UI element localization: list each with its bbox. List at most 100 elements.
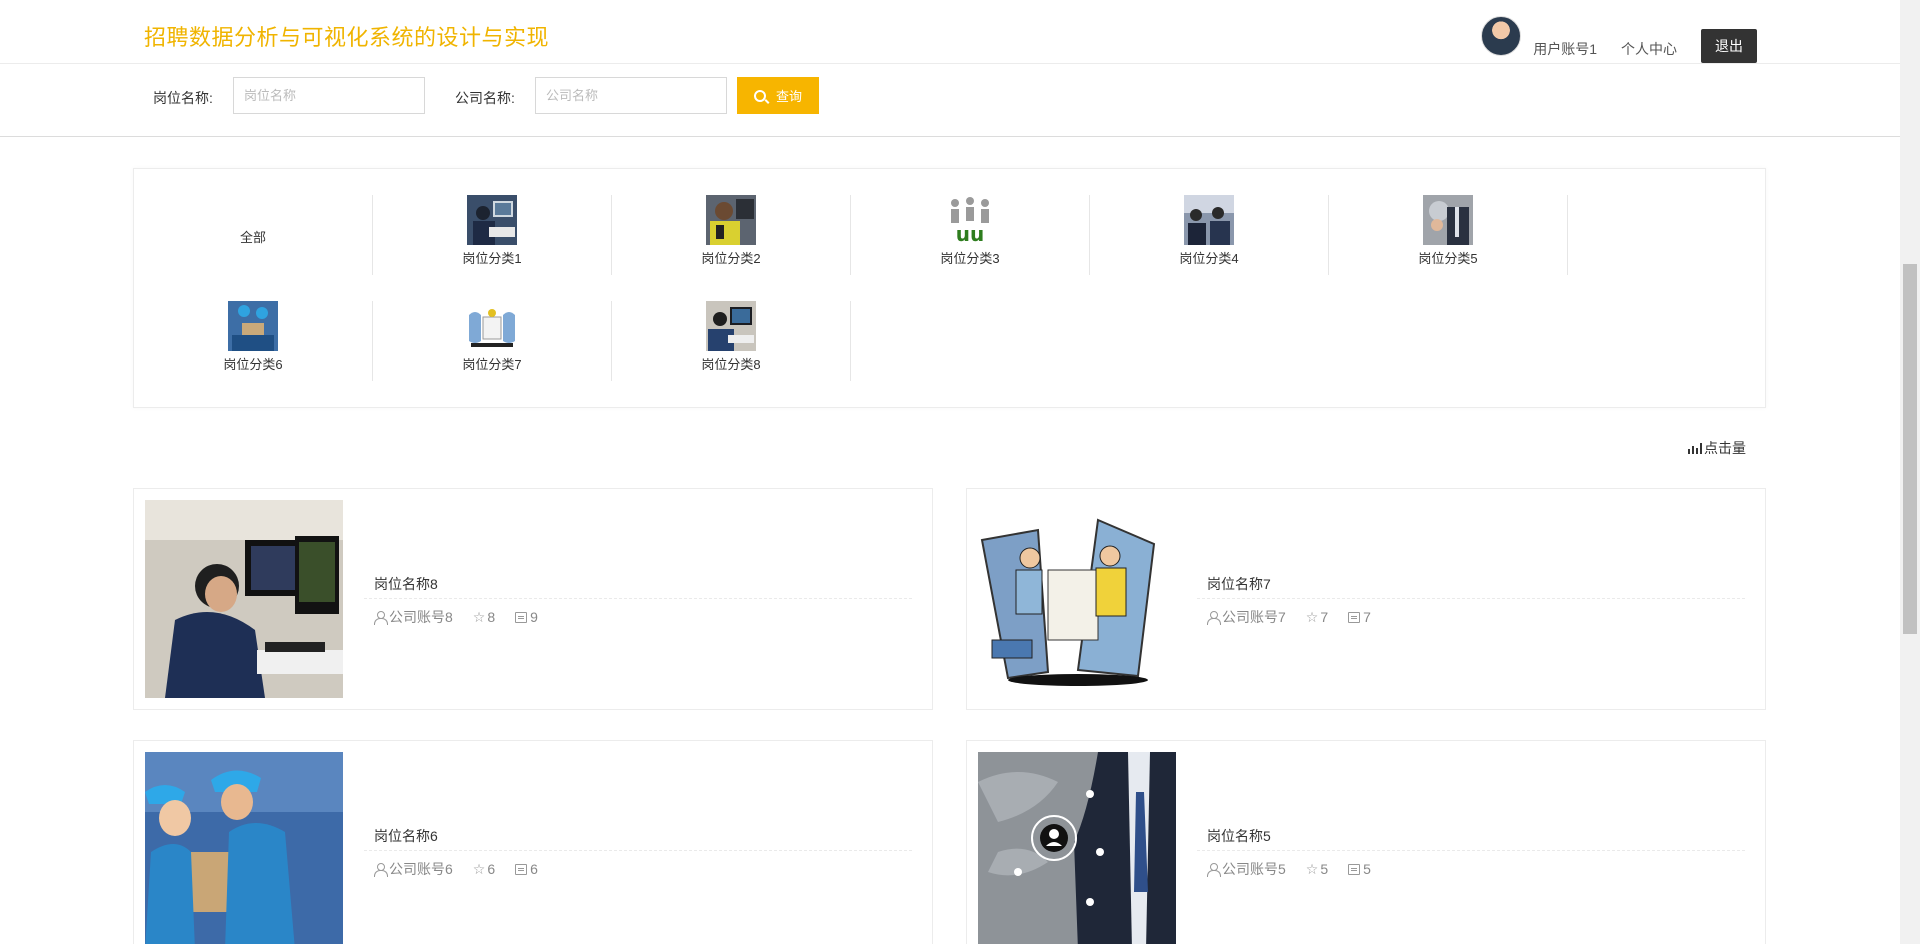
star-meta: ☆ 7 (1306, 609, 1328, 626)
comment-count: 6 (530, 861, 538, 877)
category-item-2[interactable]: 岗位分类2 (612, 195, 851, 275)
category-thumb (228, 301, 278, 351)
company-meta: 公司账号6 (374, 859, 453, 879)
job-title[interactable]: 岗位名称6 (374, 826, 438, 846)
comment-icon (515, 611, 528, 623)
job-title[interactable]: 岗位名称7 (1207, 574, 1271, 594)
company-name: 公司账号6 (389, 861, 453, 877)
scrollbar-thumb[interactable] (1903, 264, 1917, 634)
star-icon: ☆ (1305, 860, 1319, 877)
company-meta: 公司账号8 (374, 607, 453, 627)
category-label: 岗位分类6 (223, 357, 283, 372)
category-item-6[interactable]: 岗位分类6 (134, 301, 373, 381)
comment-meta: 9 (515, 609, 538, 625)
bar-chart-icon (1688, 442, 1702, 454)
search-bar: 岗位名称: 公司名称: 查询 (0, 64, 1900, 137)
job-meta: 公司账号7 ☆ 7 7 (1207, 607, 1391, 627)
sort-by-clicks[interactable]: 点击量 (1688, 438, 1746, 458)
star-count: 6 (487, 861, 496, 877)
comment-meta: 7 (1348, 609, 1371, 625)
category-thumb (706, 195, 756, 245)
divider (364, 850, 912, 851)
category-thumb (467, 301, 517, 351)
job-card[interactable]: 岗位名称5 公司账号5 ☆ 5 5 (966, 740, 1766, 944)
job-image[interactable] (978, 752, 1176, 944)
logout-button[interactable]: 退出 (1701, 29, 1757, 63)
job-name-label: 岗位名称: (153, 90, 213, 106)
category-item-4[interactable]: 岗位分类4 (1090, 195, 1329, 275)
star-count: 5 (1320, 861, 1329, 877)
job-title[interactable]: 岗位名称8 (374, 574, 438, 594)
category-panel: 全部 岗位分类1 岗位分类2 uu 岗位分类3 岗位分类4 岗位分类5 岗位分类… (133, 168, 1766, 408)
job-card[interactable]: 岗位名称8 公司账号8 ☆ 8 9 (133, 488, 933, 710)
comment-count: 9 (530, 609, 538, 625)
company-meta: 公司账号7 (1207, 607, 1286, 627)
category-label: 岗位分类8 (701, 357, 761, 372)
category-item-8[interactable]: 岗位分类8 (612, 301, 851, 381)
star-count: 7 (1320, 609, 1329, 625)
comment-meta: 6 (515, 861, 538, 877)
comment-meta: 5 (1348, 861, 1371, 877)
category-thumb (467, 195, 517, 245)
star-icon: ☆ (1305, 608, 1319, 625)
category-label: 岗位分类3 (940, 251, 1000, 266)
profile-link[interactable]: 个人中心 (1621, 39, 1677, 59)
page-scrollbar[interactable] (1900, 0, 1920, 944)
job-image[interactable] (978, 500, 1176, 698)
category-label: 岗位分类4 (1179, 251, 1239, 266)
job-name-input[interactable] (233, 77, 425, 114)
comment-icon (515, 863, 528, 875)
star-meta: ☆ 8 (473, 609, 495, 626)
job-meta: 公司账号8 ☆ 8 9 (374, 607, 558, 627)
job-card[interactable]: 岗位名称7 公司账号7 ☆ 7 7 (966, 488, 1766, 710)
category-item-1[interactable]: 岗位分类1 (373, 195, 612, 275)
divider (1197, 598, 1745, 599)
job-card[interactable]: 岗位名称6 公司账号6 ☆ 6 6 (133, 740, 933, 944)
category-thumb (1184, 195, 1234, 245)
user-icon (374, 610, 388, 625)
search-icon (753, 89, 766, 102)
user-avatar[interactable] (1481, 16, 1522, 56)
category-thumb: uu (945, 195, 995, 245)
site-title[interactable]: 招聘数据分析与可视化系统的设计与实现 (144, 20, 549, 52)
star-icon: ☆ (472, 860, 486, 877)
search-button[interactable]: 查询 (737, 77, 819, 114)
category-item-3[interactable]: uu 岗位分类3 (851, 195, 1090, 275)
category-label: 岗位分类2 (701, 251, 761, 266)
comment-icon (1348, 863, 1361, 875)
comment-count: 5 (1363, 861, 1371, 877)
job-title[interactable]: 岗位名称5 (1207, 826, 1271, 846)
category-item-5[interactable]: 岗位分类5 (1329, 195, 1568, 275)
company-name: 公司账号5 (1222, 861, 1286, 877)
company-name-label: 公司名称: (455, 90, 515, 106)
user-icon (1207, 610, 1221, 625)
user-area: 用户账号1 个人中心 退出 (1481, 9, 1757, 63)
category-label: 全部 (239, 230, 266, 245)
svg-text:uu: uu (956, 222, 984, 245)
divider (1197, 850, 1745, 851)
category-thumb (1423, 195, 1473, 245)
category-label: 岗位分类5 (1418, 251, 1478, 266)
category-all[interactable]: 全部 (134, 195, 373, 275)
job-meta: 公司账号5 ☆ 5 5 (1207, 859, 1391, 879)
category-thumb (706, 301, 756, 351)
divider (364, 598, 912, 599)
star-meta: ☆ 6 (473, 861, 495, 878)
star-meta: ☆ 5 (1306, 861, 1328, 878)
category-label: 岗位分类7 (462, 357, 522, 372)
top-header: 招聘数据分析与可视化系统的设计与实现 用户账号1 个人中心 退出 (0, 0, 1900, 64)
category-item-7[interactable]: 岗位分类7 (373, 301, 612, 381)
username-link[interactable]: 用户账号1 (1533, 39, 1597, 59)
search-button-label: 查询 (775, 89, 802, 104)
job-image[interactable] (145, 500, 343, 698)
sort-label: 点击量 (1704, 440, 1746, 456)
star-count: 8 (487, 609, 496, 625)
company-meta: 公司账号5 (1207, 859, 1286, 879)
company-name: 公司账号7 (1222, 609, 1286, 625)
star-icon: ☆ (472, 608, 486, 625)
job-meta: 公司账号6 ☆ 6 6 (374, 859, 558, 879)
user-icon (1207, 862, 1221, 877)
company-name-input[interactable] (535, 77, 727, 114)
user-icon (374, 862, 388, 877)
job-image[interactable] (145, 752, 343, 944)
